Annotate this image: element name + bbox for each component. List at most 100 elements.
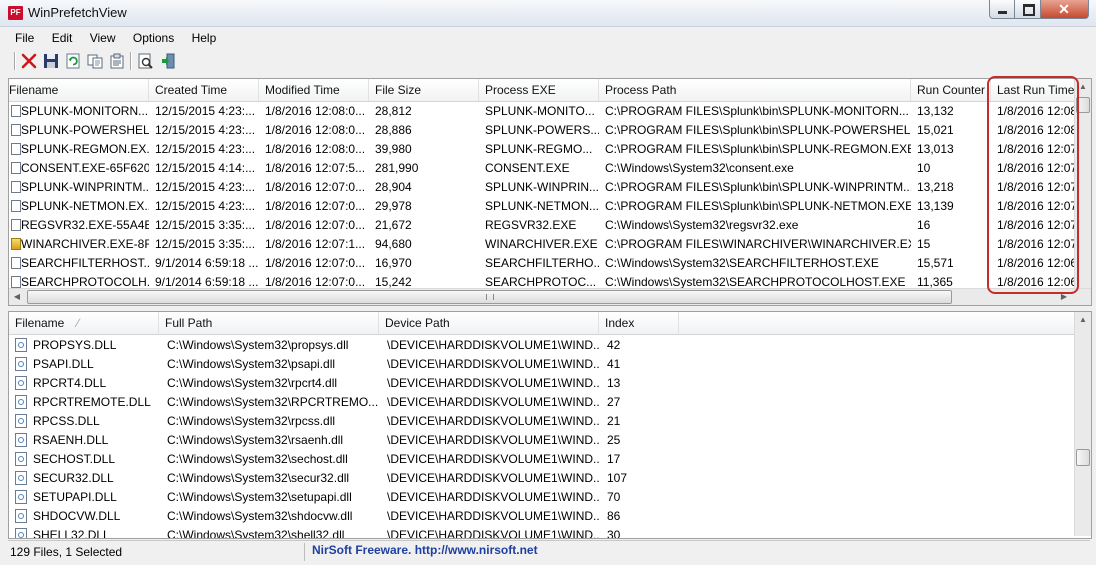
table-row[interactable]: SPLUNK-POWERSHEL... 12/15/2015 4:23:... 1/… xyxy=(9,121,1091,140)
row-index: 86 xyxy=(607,509,621,523)
row-modified-time: 1/8/2016 12:07:0... xyxy=(265,199,366,213)
save-icon xyxy=(44,54,58,68)
row-full-path: C:\Windows\System32\RPCRTREMO... xyxy=(167,395,379,409)
row-file-size: 94,680 xyxy=(375,237,412,251)
row-process-exe: CONSENT.EXE xyxy=(485,161,570,175)
files-vertical-scroll-thumb[interactable] xyxy=(1076,449,1090,466)
table-row[interactable]: SPLUNK-NETMON.EX... 12/15/2015 4:23:... 1/… xyxy=(9,197,1091,216)
table-row[interactable]: SPLUNK-REGMON.EX... 12/15/2015 4:23:... 1/… xyxy=(9,140,1091,159)
column-header-last-run-time[interactable]: Last Run Time xyxy=(991,79,1079,101)
dll-file-icon xyxy=(15,395,27,409)
row-process-exe: SPLUNK-REGMO... xyxy=(485,142,593,156)
list-item[interactable]: SECUR32.DLL C:\Windows\System32\secur32.d… xyxy=(9,469,1091,488)
column-header-created-time[interactable]: Created Time xyxy=(149,79,259,101)
list-item[interactable]: RPCRTREMOTE.DLL C:\Windows\System32\RPCRT… xyxy=(9,393,1091,412)
referenced-files-list[interactable]: Filename ⁄ Full Path Device Path Index P… xyxy=(8,311,1092,539)
menu-file[interactable]: File xyxy=(8,29,41,47)
scroll-right-icon[interactable]: ▶ xyxy=(1056,289,1072,305)
table-row[interactable]: SPLUNK-MONITORN... 12/15/2015 4:23:... 1/8… xyxy=(9,102,1091,121)
column-header-index[interactable]: Index xyxy=(599,312,679,334)
row-index: 70 xyxy=(607,490,621,504)
table-row[interactable]: CONSENT.EXE-65F620... 12/15/2015 4:14:...… xyxy=(9,159,1091,178)
row-created-time: 12/15/2015 4:23:... xyxy=(155,180,256,194)
row-device-path: \DEVICE\HARDDISKVOLUME1\WIND... xyxy=(387,490,599,504)
table-row[interactable]: WINARCHIVER.EXE-8F... 12/15/2015 3:35:...… xyxy=(9,235,1091,254)
dll-file-icon xyxy=(15,528,27,538)
window-title: WinPrefetchView xyxy=(28,5,127,20)
table-row[interactable]: SEARCHFILTERHOST.... 9/1/2014 6:59:18 ...… xyxy=(9,254,1091,273)
row-full-path: C:\Windows\System32\rpcss.dll xyxy=(167,414,336,428)
row-filename: SPLUNK-NETMON.EX... xyxy=(21,199,149,213)
menu-options[interactable]: Options xyxy=(126,29,181,47)
column-header-filename[interactable]: Filename xyxy=(9,79,149,101)
list-item[interactable]: SETUPAPI.DLL C:\Windows\System32\setupapi… xyxy=(9,488,1091,507)
refresh-button[interactable] xyxy=(64,52,82,70)
row-full-path: C:\Windows\System32\rsaenh.dll xyxy=(167,433,344,447)
row-full-path: C:\Windows\System32\setupapi.dll xyxy=(167,490,352,504)
column-header-modified-time[interactable]: Modified Time xyxy=(259,79,369,101)
close-button[interactable]: ✕ xyxy=(1041,0,1089,19)
exit-button[interactable] xyxy=(158,52,176,70)
scroll-up-icon[interactable]: ▲ xyxy=(1075,312,1091,328)
row-process-path: C:\Windows\System32\consent.exe xyxy=(605,161,794,175)
scroll-left-icon[interactable]: ◀ xyxy=(9,289,25,305)
minimize-icon xyxy=(998,11,1007,14)
list-item[interactable]: SHDOCVW.DLL C:\Windows\System32\shdocvw.d… xyxy=(9,507,1091,526)
list-item[interactable]: SHELL32.DLL C:\Windows\System32\shell32.d… xyxy=(9,526,1091,539)
row-created-time: 12/15/2015 3:35:... xyxy=(155,218,256,232)
row-last-run-time: 1/8/2016 12:07 xyxy=(997,237,1077,251)
files-vertical-scrollbar[interactable]: ▲ xyxy=(1074,312,1091,536)
sort-ascending-icon: ⁄ xyxy=(77,316,80,330)
title-bar[interactable]: PF WinPrefetchView ✕ xyxy=(0,0,1096,27)
row-filename: RPCSS.DLL xyxy=(33,414,100,428)
row-index: 27 xyxy=(607,395,621,409)
menu-view[interactable]: View xyxy=(83,29,123,47)
row-last-run-time: 1/8/2016 12:07 xyxy=(997,180,1077,194)
list-item[interactable]: PROPSYS.DLL C:\Windows\System32\propsys.d… xyxy=(9,336,1091,355)
row-file-size: 39,980 xyxy=(375,142,412,156)
app-icon: PF xyxy=(8,6,23,20)
delete-button[interactable] xyxy=(20,52,38,70)
row-filename: SPLUNK-WINPRINTM... xyxy=(21,180,149,194)
list-item[interactable]: RPCRT4.DLL C:\Windows\System32\rpcrt4.dll… xyxy=(9,374,1091,393)
prefetch-horizontal-scroll-thumb[interactable] xyxy=(27,290,952,304)
column-header-process-path[interactable]: Process Path xyxy=(599,79,911,101)
prefetch-vertical-scrollbar[interactable]: ▲ xyxy=(1074,79,1091,288)
list-item[interactable]: RSAENH.DLL C:\Windows\System32\rsaenh.dll… xyxy=(9,431,1091,450)
row-full-path: C:\Windows\System32\shell32.dll xyxy=(167,528,345,539)
list-item[interactable]: SECHOST.DLL C:\Windows\System32\sechost.d… xyxy=(9,450,1091,469)
column-header-device-path[interactable]: Device Path xyxy=(379,312,599,334)
properties-icon xyxy=(110,53,124,69)
row-filename: SPLUNK-REGMON.EX... xyxy=(21,142,149,156)
maximize-button[interactable] xyxy=(1015,0,1041,19)
row-process-path: C:\PROGRAM FILES\Splunk\bin\SPLUNK-POWER… xyxy=(605,123,911,137)
row-filename: PSAPI.DLL xyxy=(33,357,94,371)
properties-button[interactable] xyxy=(108,52,126,70)
minimize-button[interactable] xyxy=(989,0,1015,19)
dll-file-icon xyxy=(15,471,27,485)
prefetch-file-list[interactable]: Filename Created Time Modified Time File… xyxy=(8,78,1092,306)
prefetch-horizontal-scrollbar[interactable]: ◀ ▶ xyxy=(9,288,1091,305)
list-item[interactable]: PSAPI.DLL C:\Windows\System32\psapi.dll \D… xyxy=(9,355,1091,374)
scroll-up-icon[interactable]: ▲ xyxy=(1075,79,1091,95)
row-filename: SHDOCVW.DLL xyxy=(33,509,121,523)
column-header-file-size[interactable]: File Size xyxy=(369,79,479,101)
row-full-path: C:\Windows\System32\rpcrt4.dll xyxy=(167,376,338,390)
column-header-full-path[interactable]: Full Path xyxy=(159,312,379,334)
menu-edit[interactable]: Edit xyxy=(45,29,80,47)
table-row[interactable]: SPLUNK-WINPRINTM... 12/15/2015 4:23:... 1/… xyxy=(9,178,1091,197)
html-report-button[interactable] xyxy=(136,52,154,70)
prefetch-header-row: Filename Created Time Modified Time File… xyxy=(9,79,1091,102)
copy-button[interactable] xyxy=(86,52,104,70)
save-button[interactable] xyxy=(42,52,60,70)
prefetch-vertical-scroll-thumb[interactable] xyxy=(1076,97,1090,113)
column-header-process-exe[interactable]: Process EXE xyxy=(479,79,599,101)
column-header-filename[interactable]: Filename ⁄ xyxy=(9,312,159,334)
column-header-run-counter[interactable]: Run Counter xyxy=(911,79,991,101)
menu-help[interactable]: Help xyxy=(185,29,224,47)
list-item[interactable]: RPCSS.DLL C:\Windows\System32\rpcss.dll \D… xyxy=(9,412,1091,431)
row-filename: SHELL32.DLL xyxy=(33,528,110,539)
row-modified-time: 1/8/2016 12:07:0... xyxy=(265,180,366,194)
table-row[interactable]: REGSVR32.EXE-55A4E... 12/15/2015 3:35:...… xyxy=(9,216,1091,235)
nirsoft-link[interactable]: NirSoft Freeware. http://www.nirsoft.net xyxy=(312,543,538,557)
